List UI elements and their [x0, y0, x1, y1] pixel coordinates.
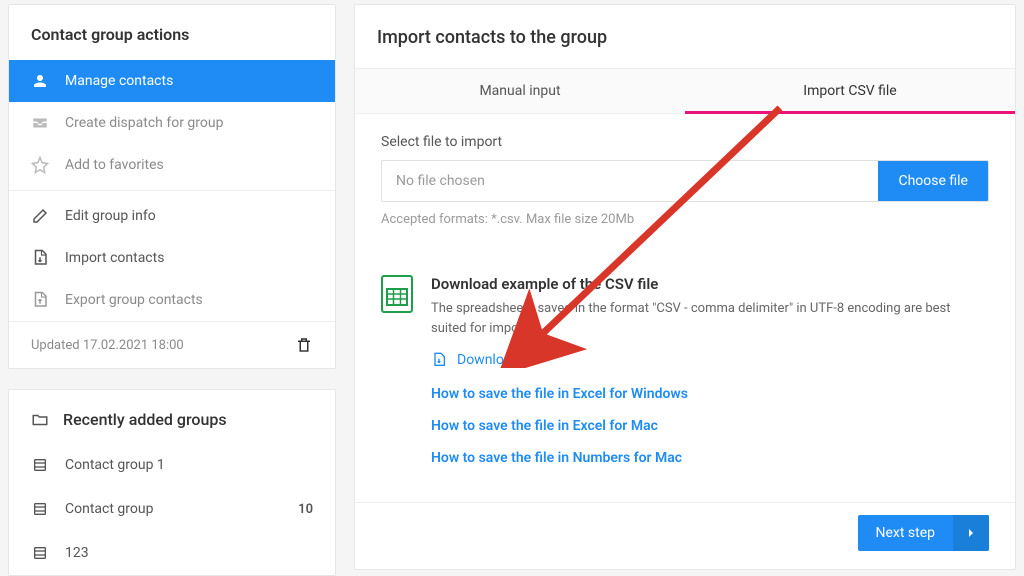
group-item-count: 10 — [298, 502, 313, 517]
choose-file-button[interactable]: Choose file — [878, 161, 988, 201]
updated-row: Updated 17.02.2021 18:00 — [9, 321, 335, 368]
example-description: The spreadsheets saved in the format "CS… — [431, 299, 989, 338]
recently-title-label: Recently added groups — [63, 410, 227, 429]
sidebar-item-manage-contacts[interactable]: Manage contacts — [9, 60, 335, 102]
group-icon — [31, 456, 49, 474]
sidebar-item-label: Import contacts — [65, 250, 164, 266]
sidebar-item-import-contacts[interactable]: Import contacts — [9, 237, 335, 279]
download-icon — [431, 352, 447, 368]
sidebar-item-edit-group[interactable]: Edit group info — [9, 195, 335, 237]
users-icon — [31, 72, 49, 90]
star-icon — [31, 156, 49, 174]
group-item-label: 123 — [65, 545, 313, 561]
spreadsheet-icon — [381, 275, 413, 313]
sidebar-item-label: Export group contacts — [65, 292, 203, 308]
next-step-button[interactable]: Next step — [858, 515, 990, 551]
recently-added-groups-card: Recently added groups Contact group 1 Co… — [8, 389, 336, 576]
chevron-right-icon — [953, 515, 989, 551]
inbox-icon — [31, 114, 49, 132]
help-link-excel-windows[interactable]: How to save the file in Excel for Window… — [431, 386, 989, 402]
sidebar-item-label: Manage contacts — [65, 73, 173, 89]
tab-manual-input[interactable]: Manual input — [355, 69, 685, 113]
group-item-label: Contact group 1 — [65, 457, 313, 473]
import-icon — [31, 249, 49, 267]
sidebar-item-add-favorites[interactable]: Add to favorites — [9, 144, 335, 186]
sidebar-item-label: Create dispatch for group — [65, 115, 223, 131]
trash-icon[interactable] — [295, 336, 313, 354]
next-step-label: Next step — [858, 515, 954, 551]
folder-icon — [31, 411, 49, 429]
group-item[interactable]: Contact group 1 — [9, 443, 335, 487]
download-file-label: Download file — [457, 352, 541, 368]
updated-label: Updated 17.02.2021 18:00 — [31, 338, 184, 353]
help-link-numbers-mac[interactable]: How to save the file in Numbers for Mac — [431, 450, 989, 466]
sidebar-item-export-contacts[interactable]: Export group contacts — [9, 279, 335, 321]
sidebar-item-label: Edit group info — [65, 208, 156, 224]
sidebar-divider — [9, 190, 335, 191]
example-title: Download example of the CSV file — [431, 275, 989, 293]
select-file-label: Select file to import — [381, 134, 989, 150]
group-item[interactable]: Contact group 10 — [9, 487, 335, 531]
group-item[interactable]: 123 — [9, 531, 335, 575]
sidebar-item-create-dispatch[interactable]: Create dispatch for group — [9, 102, 335, 144]
file-row: No file chosen Choose file — [381, 160, 989, 202]
export-icon — [31, 291, 49, 309]
sidebar-item-label: Add to favorites — [65, 157, 164, 173]
tab-import-csv[interactable]: Import CSV file — [685, 69, 1015, 113]
help-link-excel-mac[interactable]: How to save the file in Excel for Mac — [431, 418, 989, 434]
main-title: Import contacts to the group — [355, 5, 1015, 68]
tabs: Manual input Import CSV file — [355, 68, 1015, 114]
group-icon — [31, 544, 49, 562]
edit-icon — [31, 207, 49, 225]
group-item-label: Contact group — [65, 501, 282, 517]
download-file-link[interactable]: Download file — [431, 352, 989, 368]
accepted-formats-hint: Accepted formats: *.csv. Max file size 2… — [381, 212, 989, 227]
sidebar-title: Contact group actions — [9, 5, 335, 60]
example-block: Download example of the CSV file The spr… — [381, 275, 989, 482]
contact-group-actions-card: Contact group actions Manage contacts Cr… — [8, 4, 336, 369]
file-input[interactable]: No file chosen — [382, 161, 878, 201]
sidebar-menu: Manage contacts Create dispatch for grou… — [9, 60, 335, 321]
group-icon — [31, 500, 49, 518]
import-contacts-card: Import contacts to the group Manual inpu… — [354, 4, 1016, 570]
